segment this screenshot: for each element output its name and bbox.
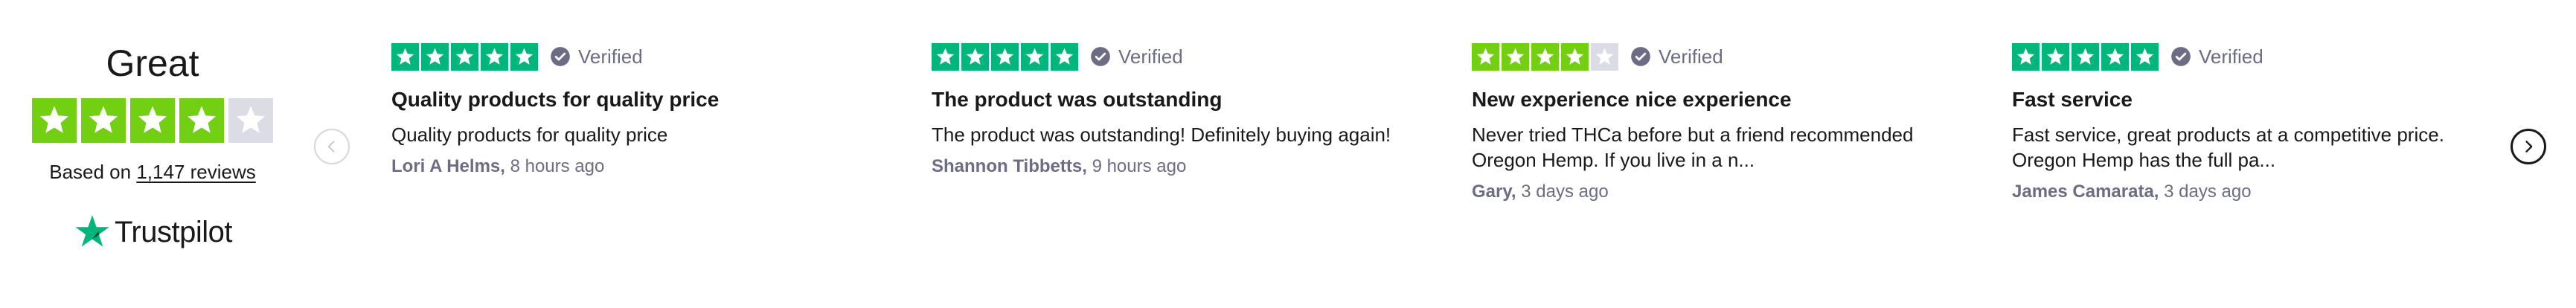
star-icon (481, 42, 508, 71)
review-body: Fast service, great products at a compet… (2012, 123, 2444, 171)
star-icon (81, 98, 126, 143)
review-time: 3 days ago (2164, 182, 2252, 202)
summary-star-rating (30, 98, 275, 143)
star-icon (391, 42, 419, 71)
verified-badge: Verified (1630, 45, 1723, 68)
trustpilot-wordmark: Trustpilot (114, 216, 233, 248)
review-meta: Lori A Helms, 8 hours ago (391, 155, 905, 179)
review-card[interactable]: Verified Quality products for quality pr… (391, 42, 905, 179)
star-icon (32, 98, 77, 143)
rating-summary: Great Based on 1,147 reviews Trustpilot (30, 37, 275, 253)
review-author: Shannon Tibbetts, (932, 156, 1087, 176)
review-body: Quality products for quality price (391, 123, 668, 146)
review-title[interactable]: Fast service (2012, 86, 2525, 113)
star-icon (1502, 42, 1529, 71)
review-header: Verified (2012, 42, 2525, 71)
star-icon (1051, 42, 1078, 71)
review-time: 3 days ago (1521, 182, 1609, 202)
verified-check-icon (551, 47, 570, 66)
review-author: Lori A Helms, (391, 156, 505, 176)
star-icon (991, 42, 1019, 71)
based-on-label: Based on (49, 161, 132, 183)
star-icon (179, 98, 224, 143)
review-card[interactable]: Verified The product was outstanding The… (932, 42, 1445, 179)
review-meta: Shannon Tibbetts, 9 hours ago (932, 155, 1445, 179)
verified-label: Verified (1118, 45, 1183, 68)
star-icon (510, 42, 538, 71)
verified-badge: Verified (2170, 45, 2263, 68)
star-icon (451, 42, 478, 71)
star-icon (228, 98, 273, 143)
star-icon (2012, 42, 2040, 71)
review-author: Gary, (1472, 182, 1516, 202)
trustpilot-logo[interactable]: Trustpilot (30, 211, 275, 253)
star-icon (2131, 42, 2159, 71)
star-icon (1591, 42, 1618, 71)
review-star-rating (1472, 42, 1618, 71)
star-icon (2042, 42, 2069, 71)
verified-check-icon (1631, 47, 1650, 66)
verified-badge: Verified (1090, 45, 1183, 68)
review-author: James Camarata, (2012, 182, 2159, 202)
chevron-right-icon (2525, 141, 2533, 153)
review-time: 9 hours ago (1092, 156, 1187, 176)
verified-label: Verified (578, 45, 643, 68)
verified-check-icon (2171, 47, 2191, 66)
star-icon (932, 42, 959, 71)
star-icon (2101, 42, 2129, 71)
star-icon (2072, 42, 2099, 71)
next-button[interactable] (2511, 129, 2546, 164)
rating-word: Great (106, 42, 199, 84)
star-icon (1021, 42, 1048, 71)
review-header: Verified (391, 42, 905, 71)
star-icon (1561, 42, 1589, 71)
review-card[interactable]: Verified Fast service Fast service, grea… (2012, 42, 2525, 204)
trustpilot-star-icon (75, 215, 109, 247)
review-meta: Gary, 3 days ago (1472, 180, 1985, 204)
verified-check-icon (1091, 47, 1110, 66)
review-title[interactable]: Quality products for quality price (391, 86, 905, 113)
review-star-rating (932, 42, 1078, 71)
review-body: The product was outstanding! Definitely … (932, 123, 1391, 146)
star-icon (1531, 42, 1559, 71)
star-icon (130, 98, 175, 143)
trustpilot-review-carousel: Great Based on 1,147 reviews Trustpilot (0, 0, 2576, 308)
review-time: 8 hours ago (510, 156, 605, 176)
star-icon (1472, 42, 1499, 71)
review-header: Verified (932, 42, 1445, 71)
review-count-link[interactable]: 1,147 reviews (136, 161, 255, 183)
review-meta: James Camarata, 3 days ago (2012, 180, 2525, 204)
verified-label: Verified (2199, 45, 2263, 68)
review-header: Verified (1472, 42, 1985, 71)
review-title[interactable]: New experience nice experience (1472, 86, 1985, 113)
review-star-rating (2012, 42, 2159, 71)
review-star-rating (391, 42, 538, 71)
review-title[interactable]: The product was outstanding (932, 86, 1445, 113)
review-body: Never tried THCa before but a friend rec… (1472, 123, 1914, 171)
review-count-line: Based on 1,147 reviews (30, 159, 275, 185)
star-icon (961, 42, 989, 71)
star-icon (421, 42, 449, 71)
previous-button[interactable] (314, 129, 350, 164)
chevron-left-icon (327, 141, 335, 153)
verified-label: Verified (1659, 45, 1723, 68)
review-card[interactable]: Verified New experience nice experience … (1472, 42, 1985, 204)
verified-badge: Verified (550, 45, 643, 68)
